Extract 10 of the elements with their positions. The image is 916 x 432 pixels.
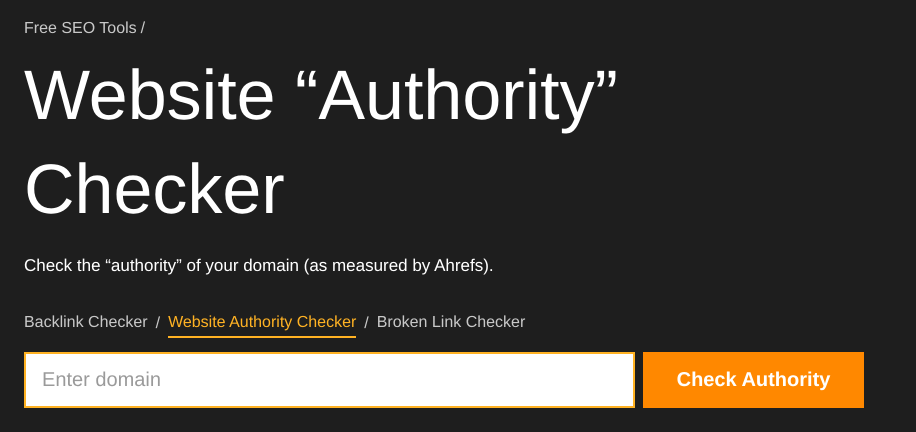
page-description: Check the “authority” of your domain (as measured by Ahrefs). xyxy=(24,255,495,277)
nav-separator: / xyxy=(156,314,160,334)
page-title: Website “Authority” Checker xyxy=(24,55,619,230)
breadcrumb-separator: / xyxy=(140,19,146,39)
tool-link[interactable]: Website Authority Checker xyxy=(168,310,356,338)
domain-input[interactable]: Enter domain xyxy=(24,352,635,408)
nav-separator: / xyxy=(364,314,369,334)
tool-link[interactable]: Backlink Checker xyxy=(24,310,148,338)
tool-link[interactable]: Broken Link Checker xyxy=(376,310,526,338)
breadcrumb-link[interactable]: Free SEO Tools xyxy=(24,17,137,41)
